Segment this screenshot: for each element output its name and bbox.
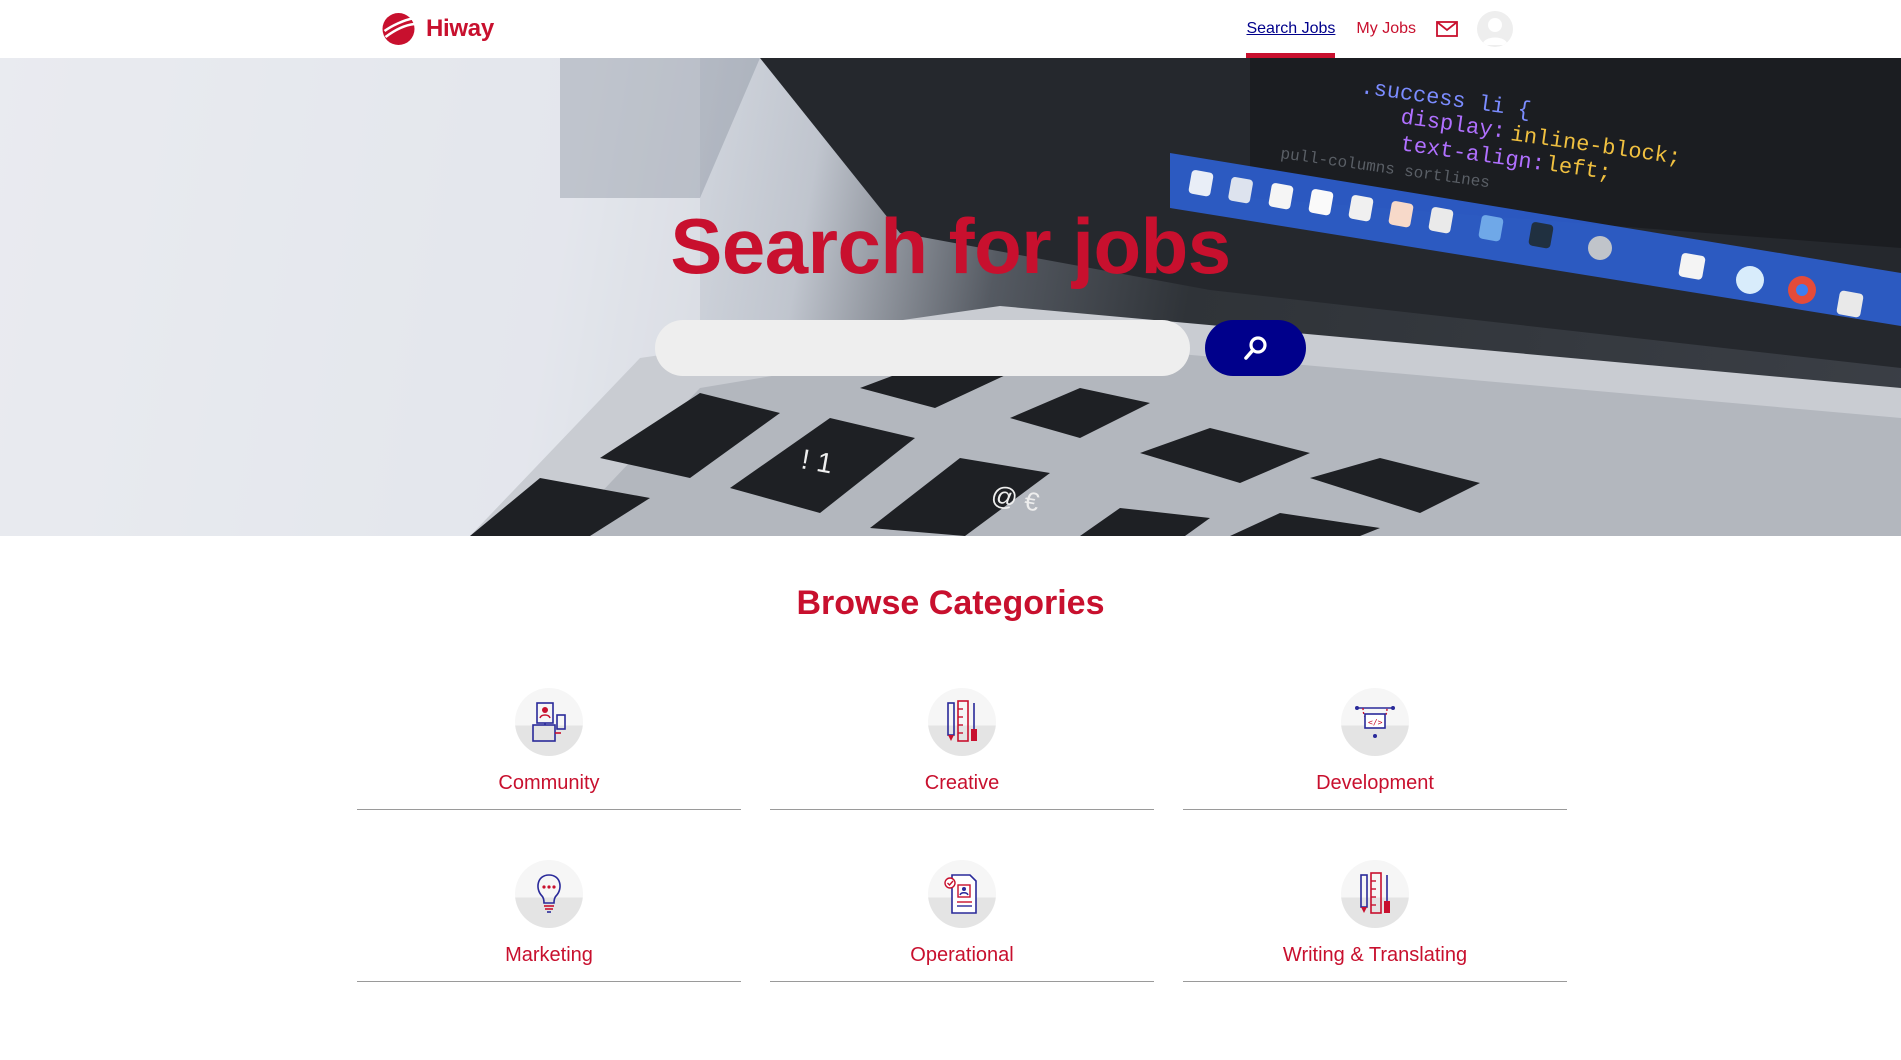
- main-nav: Search Jobs My Jobs: [1246, 0, 1513, 58]
- lightbulb-icon: [515, 860, 583, 928]
- hero-banner: .success li { display: inline-block; tex…: [0, 58, 1901, 536]
- category-label: Writing & Translating: [1282, 944, 1468, 966]
- category-card-community[interactable]: Community: [357, 688, 741, 810]
- svg-text:</>: </>: [1368, 718, 1383, 727]
- category-card-creative[interactable]: Creative: [770, 688, 1154, 810]
- community-devices-icon: [515, 688, 583, 756]
- mail-icon[interactable]: [1436, 20, 1458, 38]
- category-card-writing-translating[interactable]: Writing & Translating: [1183, 860, 1567, 982]
- svg-text:! 1: ! 1: [799, 443, 835, 479]
- top-navbar: Hiway Search Jobs My Jobs: [0, 0, 1901, 58]
- category-label: Development: [1316, 772, 1434, 794]
- nav-search-jobs[interactable]: Search Jobs: [1246, 0, 1335, 58]
- category-label: Creative: [924, 772, 1000, 794]
- hiway-logo-icon: [382, 13, 415, 45]
- pencil-ruler-icon: [928, 688, 996, 756]
- categories-title: Browse Categories: [796, 584, 1105, 622]
- hero-title: Search for jobs: [670, 202, 1231, 290]
- document-profile-icon: [928, 860, 996, 928]
- category-card-marketing[interactable]: Marketing: [357, 860, 741, 982]
- category-card-development[interactable]: </> Development: [1183, 688, 1567, 810]
- laptop-background-image: .success li { display: inline-block; tex…: [0, 58, 1901, 536]
- user-avatar-icon[interactable]: [1477, 11, 1513, 47]
- search-icon: [1243, 336, 1267, 360]
- category-label: Marketing: [505, 944, 593, 966]
- code-window-icon: </>: [1341, 688, 1409, 756]
- categories-grid: Community Creative </> Development Marke…: [357, 688, 1568, 982]
- search-button[interactable]: [1205, 320, 1306, 376]
- pencil-ruler-icon: [1341, 860, 1409, 928]
- category-label: Community: [498, 772, 600, 794]
- job-search-input[interactable]: [655, 320, 1190, 376]
- brand-logo[interactable]: Hiway: [381, 12, 494, 46]
- nav-my-jobs[interactable]: My Jobs: [1356, 0, 1416, 58]
- category-card-operational[interactable]: Operational: [770, 860, 1154, 982]
- category-label: Operational: [910, 944, 1014, 966]
- brand-name: Hiway: [426, 15, 494, 42]
